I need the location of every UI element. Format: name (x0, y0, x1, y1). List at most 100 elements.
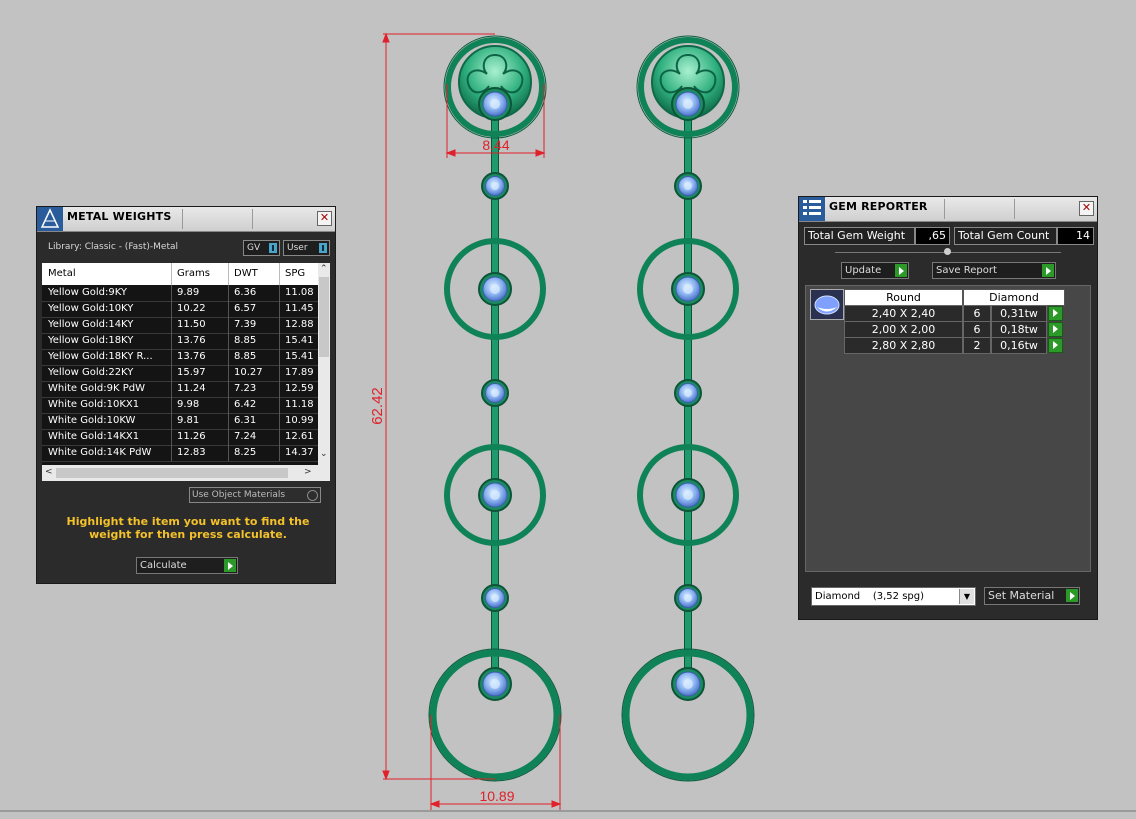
close-icon[interactable]: ✕ (1079, 201, 1094, 216)
column-divider (279, 349, 280, 365)
column-divider (171, 381, 172, 397)
play-icon[interactable] (1048, 306, 1063, 321)
table-row[interactable]: Yellow Gold:18KY 13.76 8.85 15.41 (42, 333, 318, 350)
column-divider (228, 285, 229, 301)
table-row[interactable]: Yellow Gold:22KY 15.97 10.27 17.89 (42, 365, 318, 382)
scrollbar-thumb[interactable] (319, 277, 329, 357)
toggle-knob-icon (319, 243, 327, 253)
gem-weight-cell[interactable]: 0,31tw (991, 305, 1047, 322)
table-cell: 12.83 (177, 447, 206, 458)
column-header-spg[interactable]: SPG (285, 268, 305, 279)
column-divider (171, 301, 172, 317)
column-divider (228, 317, 229, 333)
table-row[interactable]: Yellow Gold:10KY 10.22 6.57 11.45 (42, 301, 318, 318)
column-divider (279, 301, 280, 317)
table-row[interactable]: Yellow Gold:9KY 9.89 6.36 11.08 (42, 285, 318, 302)
gem-column-shape: Round (844, 289, 963, 306)
scroll-down-icon[interactable]: ⌄ (320, 449, 328, 459)
gem-count-cell[interactable]: 6 (963, 305, 991, 322)
table-cell: Yellow Gold:10KY (48, 303, 134, 314)
table-cell: 15.97 (177, 367, 206, 378)
save-report-button[interactable]: Save Report (932, 262, 1056, 279)
column-header-dwt[interactable]: DWT (234, 268, 258, 279)
dimension-height-label: 62.42 (369, 387, 386, 425)
user-toggle-label: User (287, 243, 308, 253)
horizontal-scrollbar[interactable]: < > (42, 465, 330, 481)
table-cell: 10.22 (177, 303, 206, 314)
table-cell: 14.37 (285, 447, 314, 458)
table-row[interactable]: White Gold:10KW 9.81 6.31 10.99 (42, 413, 318, 430)
gem-reporter-panel: GEM REPORTER ✕ Total Gem Weight ,65 Tota… (798, 196, 1098, 620)
column-divider (228, 333, 229, 349)
total-gem-weight-label: Total Gem Weight (804, 227, 915, 245)
use-object-materials-checkbox[interactable]: Use Object Materials (189, 487, 321, 503)
gem-weight-cell[interactable]: 0,16tw (991, 337, 1047, 354)
gem-size-cell[interactable]: 2,00 X 2,00 (844, 321, 963, 338)
gem-size-cell[interactable]: 2,40 X 2,40 (844, 305, 963, 322)
checkbox-icon[interactable] (307, 490, 318, 501)
gem-weight-cell[interactable]: 0,18tw (991, 321, 1047, 338)
chevron-down-icon[interactable]: ▼ (959, 589, 974, 604)
close-icon[interactable]: ✕ (317, 211, 332, 226)
gem-column-material: Diamond (963, 289, 1065, 306)
column-divider (171, 445, 172, 461)
play-icon (224, 559, 236, 572)
metal-table-header: Metal Grams DWT SPG (42, 263, 318, 285)
table-cell: Yellow Gold:18KY (48, 335, 134, 346)
column-header-metal[interactable]: Metal (48, 268, 76, 279)
column-header-grams[interactable]: Grams (177, 268, 210, 279)
splitter-handle-icon[interactable] (944, 248, 951, 255)
play-icon[interactable] (1048, 322, 1063, 337)
table-row[interactable]: White Gold:14KX1 11.26 7.24 12.61 (42, 429, 318, 446)
table-cell: 7.23 (234, 383, 257, 394)
table-row[interactable]: White Gold:10KX1 9.98 6.42 11.18 (42, 397, 318, 414)
viewport-bottom-border (0, 810, 1136, 812)
metal-weights-titlebar[interactable]: METAL WEIGHTS ✕ (37, 207, 335, 232)
library-label: Library: Classic - (Fast)-Metal (48, 242, 179, 252)
metal-table[interactable]: Metal Grams DWT SPG Yellow Gold:9KY 9.89 6… (42, 263, 330, 481)
gem-size-cell[interactable]: 2,80 X 2,80 (844, 337, 963, 354)
play-icon[interactable] (1048, 338, 1063, 353)
table-row[interactable]: White Gold:14K PdW 12.83 8.25 14.37 (42, 445, 318, 462)
gem-list[interactable]: Round Diamond 2,40 X 2,40 6 0,31tw 2,00 X 2… (805, 285, 1091, 572)
table-row[interactable]: White Gold:9K PdW 11.24 7.23 12.59 (42, 381, 318, 398)
material-select[interactable]: Diamond (3,52 spg) ▼ (811, 587, 976, 606)
table-cell: White Gold:10KW (48, 415, 136, 426)
table-cell: White Gold:14KX1 (48, 431, 140, 442)
scroll-up-icon[interactable]: ⌃ (320, 264, 328, 274)
scroll-right-icon[interactable]: > (304, 467, 312, 477)
gem-count-cell[interactable]: 6 (963, 321, 991, 338)
table-cell: 17.89 (285, 367, 314, 378)
earring-right[interactable] (622, 36, 754, 781)
table-cell: 7.24 (234, 431, 257, 442)
gem-reporter-titlebar[interactable]: GEM REPORTER ✕ (799, 197, 1097, 222)
total-gem-count-value: 14 (1057, 227, 1094, 245)
scroll-left-icon[interactable]: < (45, 467, 53, 477)
calculate-button[interactable]: Calculate (136, 557, 238, 574)
column-divider (228, 349, 229, 365)
calculate-label: Calculate (140, 560, 187, 571)
vertical-scrollbar[interactable]: ⌃ ⌄ (318, 263, 330, 465)
table-cell: 15.41 (285, 351, 314, 362)
play-icon (1066, 589, 1078, 602)
table-cell: 10.27 (234, 367, 263, 378)
table-cell: 13.76 (177, 335, 206, 346)
update-button[interactable]: Update (841, 262, 909, 279)
title-divider (944, 199, 945, 219)
metal-weights-title: METAL WEIGHTS (67, 210, 172, 223)
table-cell: 13.76 (177, 351, 206, 362)
table-cell: 6.36 (234, 287, 257, 298)
toggle-knob-icon (269, 243, 277, 253)
user-toggle[interactable]: User (283, 240, 330, 256)
gem-count-cell[interactable]: 2 (963, 337, 991, 354)
table-row[interactable]: Yellow Gold:18KY R... 13.76 8.85 15.41 (42, 349, 318, 366)
gv-toggle[interactable]: GV (243, 240, 280, 256)
table-row[interactable]: Yellow Gold:14KY 11.50 7.39 12.88 (42, 317, 318, 334)
use-object-materials-label: Use Object Materials (192, 490, 286, 500)
column-divider (171, 365, 172, 381)
dimension-bottom-width-label: 10.89 (479, 788, 514, 804)
column-divider (279, 381, 280, 397)
column-divider (171, 429, 172, 445)
scrollbar-thumb[interactable] (56, 468, 288, 478)
set-material-button[interactable]: Set Material (984, 587, 1080, 605)
